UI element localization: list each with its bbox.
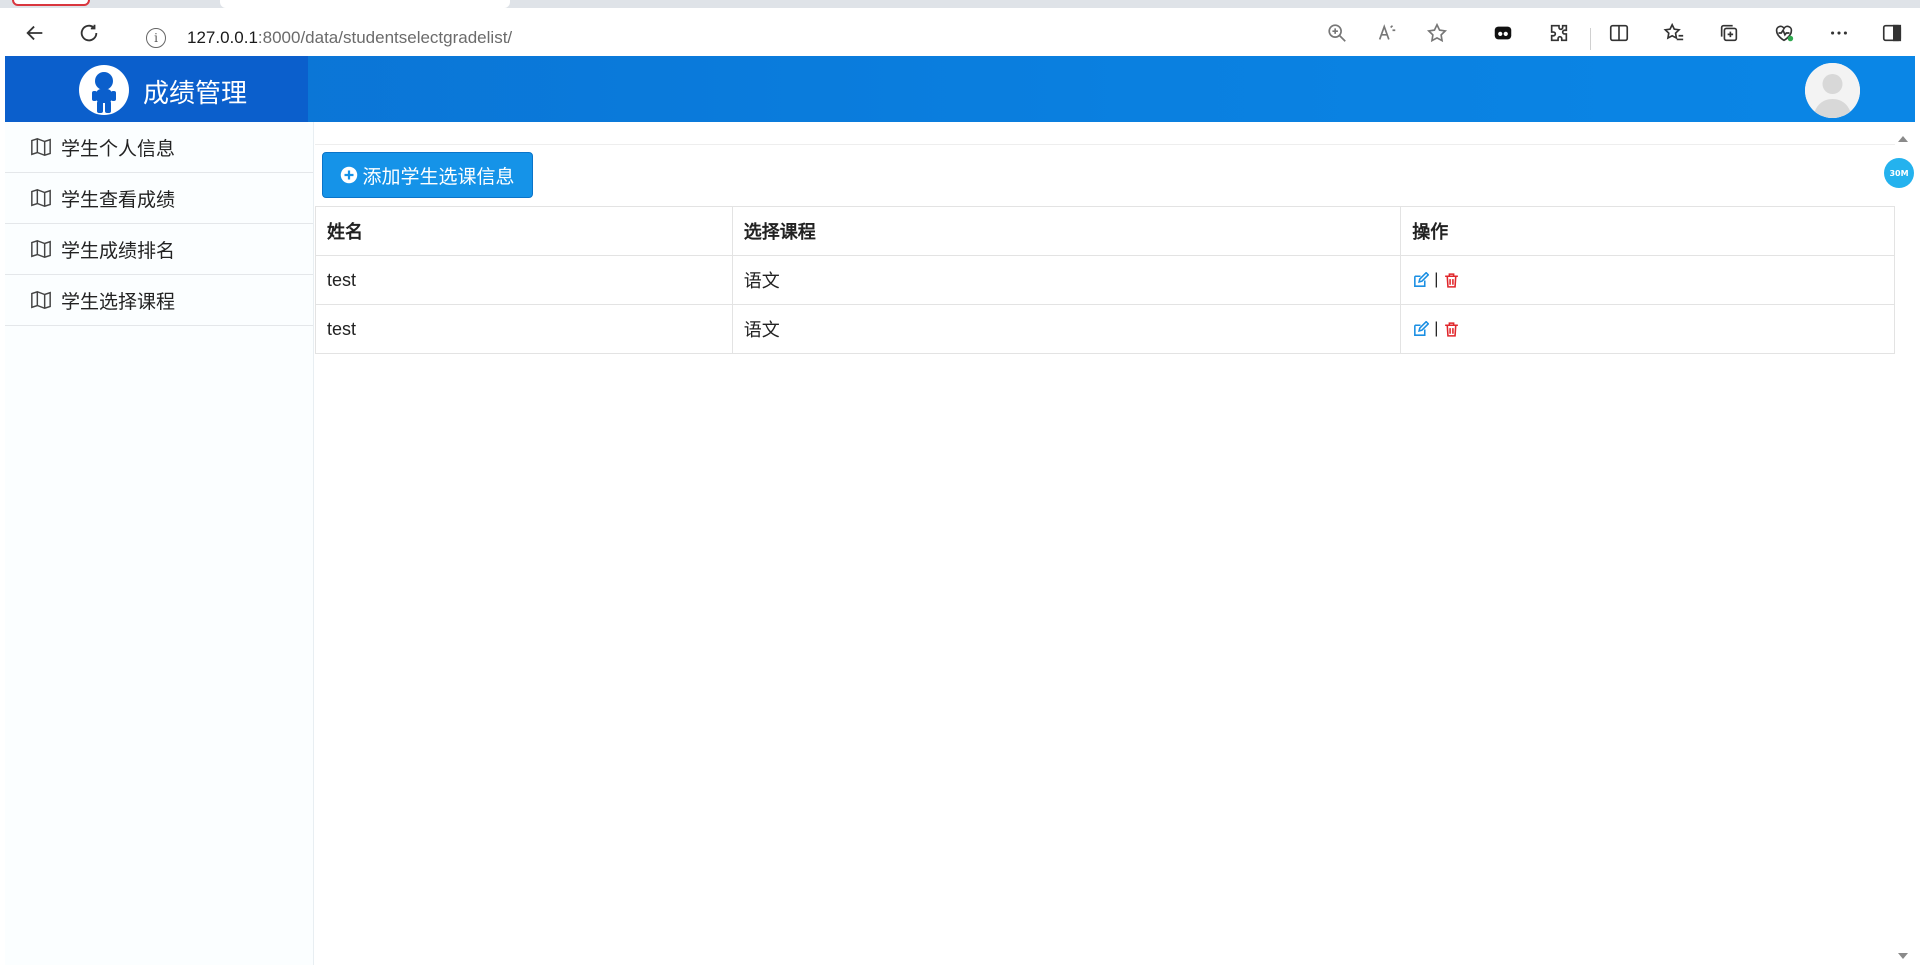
reload-icon[interactable]: [72, 16, 106, 50]
split-screen-icon[interactable]: [1602, 16, 1636, 50]
sidebar-item-label: 学生成绩排名: [61, 239, 176, 262]
info-icon[interactable]: i: [146, 28, 166, 48]
action-separator: |: [1434, 271, 1439, 288]
more-menu-icon[interactable]: [1822, 16, 1856, 50]
star-icon[interactable]: [1420, 16, 1454, 50]
table-row: test 语文 |: [315, 255, 1895, 305]
sidebar-toggle-icon[interactable]: [1875, 16, 1909, 50]
url-path: :8000/data/studentselectgradelist/: [257, 28, 513, 47]
cell-actions: |: [1400, 304, 1895, 354]
app-title: 成绩管理: [143, 79, 248, 109]
add-button-label: 添加学生选课信息: [362, 165, 515, 188]
tab-actions-icon[interactable]: [1486, 16, 1520, 50]
sidebar-item-personal-info[interactable]: 学生个人信息: [5, 122, 313, 173]
toolbar-separator: [1590, 28, 1591, 50]
browser-toolbar: i 127.0.0.1:8000/data/studentselectgrade…: [0, 8, 1920, 56]
map-icon: [31, 137, 51, 157]
map-icon: [31, 239, 51, 259]
sidebar-item-select-course[interactable]: 学生选择课程: [5, 275, 313, 326]
browser-essentials-icon[interactable]: [1767, 16, 1801, 50]
zoom-in-icon[interactable]: [1320, 16, 1354, 50]
browser-tabstrip: [0, 0, 1920, 8]
map-icon: [31, 290, 51, 310]
plus-circle-icon: [341, 166, 358, 184]
student-logo-icon: [79, 65, 129, 115]
sidebar-item-label: 学生个人信息: [61, 137, 176, 160]
sidebar-item-view-grades[interactable]: 学生查看成绩: [5, 173, 313, 224]
sidebar: 学生个人信息 学生查看成绩 学生成绩排名 学生选择课程: [5, 122, 314, 965]
column-header-name: 姓名: [315, 206, 733, 256]
cell-name: test: [315, 255, 733, 305]
address-bar[interactable]: 127.0.0.1:8000/data/studentselectgradeli…: [187, 28, 512, 48]
column-header-actions: 操作: [1400, 206, 1895, 256]
trash-icon[interactable]: [1443, 272, 1460, 289]
cell-name: test: [315, 304, 733, 354]
sidebar-item-label: 学生查看成绩: [61, 188, 176, 211]
floating-badge[interactable]: 30M: [1884, 158, 1914, 188]
scroll-up-arrow-icon[interactable]: [1896, 131, 1910, 145]
brand: 成绩管理: [5, 56, 308, 122]
cell-course: 语文: [731, 255, 1402, 305]
active-tab[interactable]: [220, 0, 510, 8]
sidebar-item-grade-ranking[interactable]: 学生成绩排名: [5, 224, 313, 275]
add-course-selection-button[interactable]: 添加学生选课信息: [322, 152, 533, 198]
edit-icon[interactable]: [1412, 320, 1430, 338]
favorites-icon[interactable]: [1657, 16, 1691, 50]
action-separator: |: [1434, 320, 1439, 337]
cell-course: 语文: [731, 304, 1402, 354]
extensions-icon[interactable]: [1542, 16, 1576, 50]
user-avatar-icon[interactable]: [1805, 63, 1860, 118]
cell-actions: |: [1400, 255, 1895, 305]
trash-icon[interactable]: [1443, 321, 1460, 338]
scroll-down-arrow-icon[interactable]: [1896, 948, 1910, 962]
course-selection-table: 姓名 选择课程 操作 test 语文 | test 语文 |: [315, 206, 1895, 354]
table-header-row: 姓名 选择课程 操作: [315, 206, 1895, 256]
divider: [315, 144, 1895, 145]
column-header-course: 选择课程: [731, 206, 1402, 256]
tab-indicator[interactable]: [12, 0, 90, 6]
sidebar-item-label: 学生选择课程: [61, 290, 176, 313]
main-content: 添加学生选课信息 姓名 选择课程 操作 test 语文 | test 语文 |: [315, 122, 1895, 965]
edit-icon[interactable]: [1412, 271, 1430, 289]
back-arrow-icon[interactable]: [18, 16, 52, 50]
read-aloud-icon[interactable]: [1370, 16, 1404, 50]
map-icon: [31, 188, 51, 208]
url-host: 127.0.0.1: [187, 28, 258, 47]
app-header: 成绩管理: [5, 56, 1915, 122]
table-row: test 语文 |: [315, 304, 1895, 354]
collections-icon[interactable]: [1712, 16, 1746, 50]
